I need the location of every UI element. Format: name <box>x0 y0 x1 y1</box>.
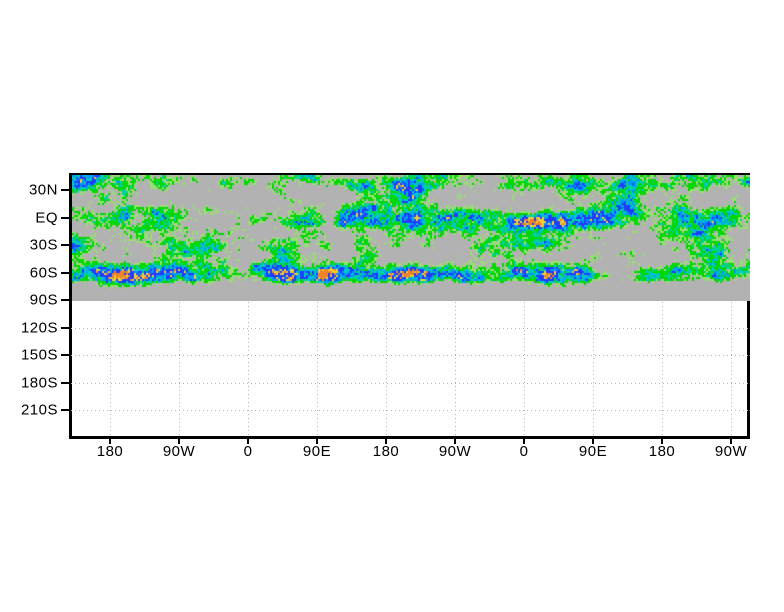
horizontal-gridline <box>71 410 748 411</box>
y-tick-label: 90S <box>29 291 58 309</box>
y-tick-mark <box>61 244 70 246</box>
vertical-gridline <box>386 302 387 436</box>
vertical-gridline <box>455 302 456 436</box>
y-tick-mark <box>61 354 70 356</box>
vertical-gridline <box>662 302 663 436</box>
horizontal-gridline <box>71 355 748 356</box>
x-tick-label: 180 <box>96 443 124 460</box>
vertical-gridline <box>317 302 318 436</box>
vertical-gridline <box>248 302 249 436</box>
y-tick-label: 150S <box>20 346 58 364</box>
horizontal-gridline <box>71 382 748 384</box>
y-tick-label: 60S <box>29 264 58 281</box>
y-tick-label: 210S <box>20 401 58 419</box>
x-tick-label: 180 <box>372 443 400 460</box>
vertical-gridline <box>524 302 525 436</box>
horizontal-gridline <box>71 327 748 329</box>
x-tick-label: 90W <box>438 443 472 460</box>
x-tick-label: 90E <box>302 443 332 460</box>
y-tick-label: 30S <box>29 236 58 254</box>
y-tick-mark <box>61 381 70 384</box>
y-tick-mark <box>61 409 70 411</box>
vertical-gridline <box>179 302 180 436</box>
x-tick-label: 90E <box>578 443 608 460</box>
x-tick-label: 180 <box>648 443 676 460</box>
heatmap-field <box>72 175 750 301</box>
y-tick-mark <box>61 326 70 329</box>
y-tick-label: 180S <box>20 374 58 391</box>
y-tick-mark <box>61 189 70 191</box>
y-tick-mark <box>61 299 70 301</box>
x-tick-label: 90W <box>714 443 748 460</box>
vertical-gridline <box>110 302 111 436</box>
y-tick-label: EQ <box>35 209 58 226</box>
y-tick-label: 30N <box>28 181 58 199</box>
vertical-gridline <box>731 302 732 436</box>
x-tick-label: 0 <box>243 443 253 460</box>
y-tick-mark <box>61 271 70 274</box>
x-tick-label: 0 <box>519 443 529 460</box>
vertical-gridline <box>593 302 594 436</box>
y-tick-label: 120S <box>20 319 58 336</box>
y-tick-mark <box>61 216 70 219</box>
x-tick-label: 90W <box>162 443 196 460</box>
axis-bottom-line <box>69 436 750 439</box>
grads-figure: 30N EQ 30S 60S 90S 120S 150S 180S 210S 180 90W 0 90… <box>0 0 784 612</box>
